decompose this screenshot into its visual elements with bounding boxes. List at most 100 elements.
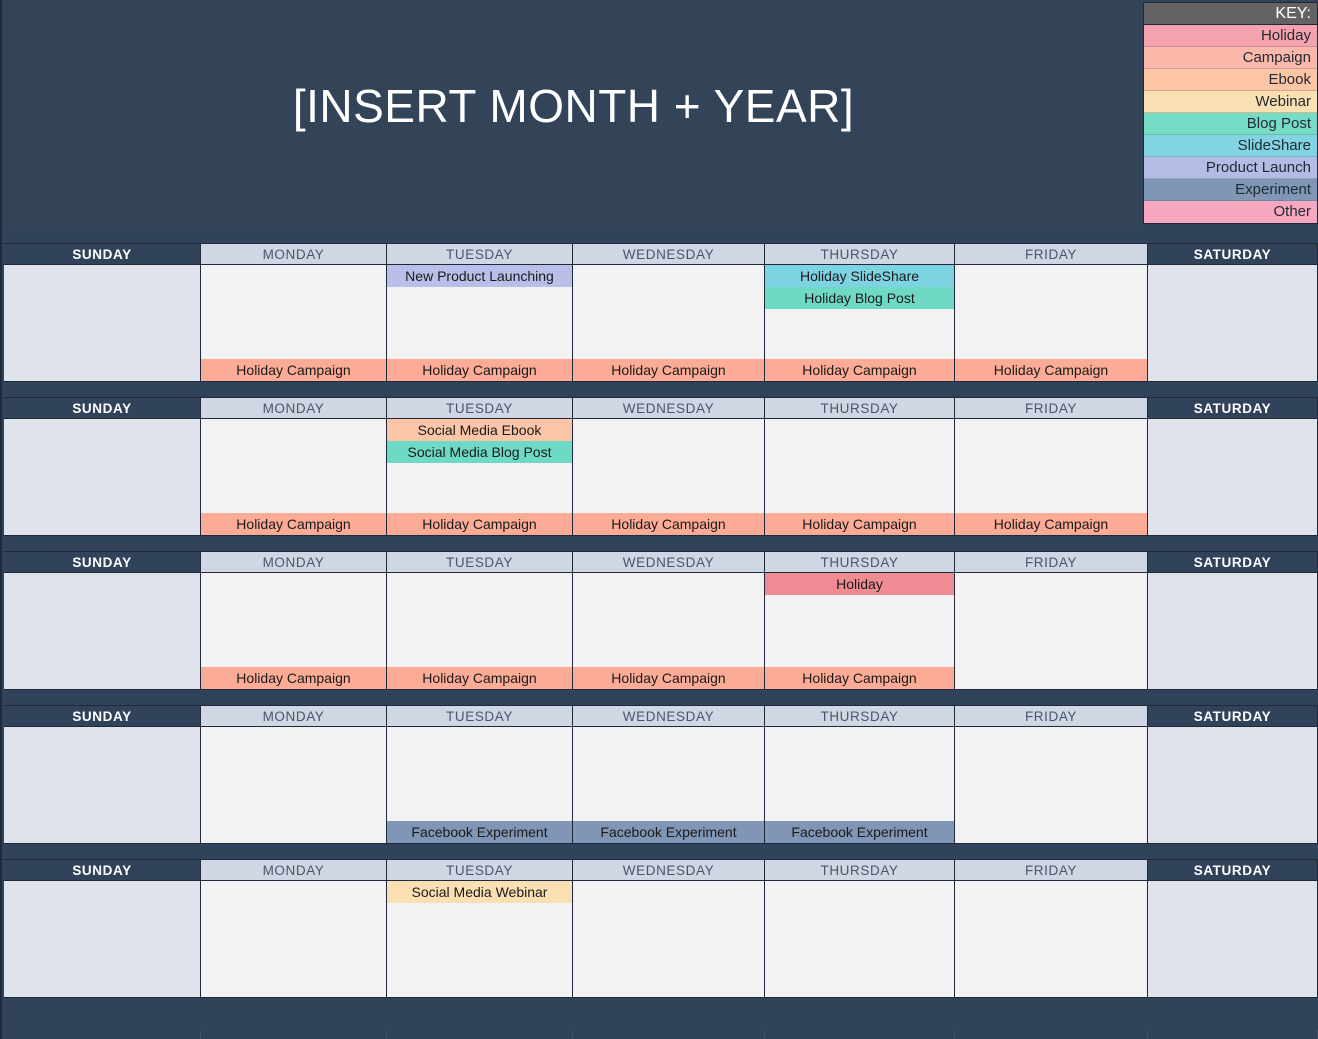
event-campaign[interactable]: Holiday Campaign <box>201 359 386 381</box>
day-cell-free-space[interactable] <box>955 727 1147 843</box>
day-cell-free-space[interactable] <box>765 419 954 513</box>
day-cell-free-space[interactable] <box>1148 881 1317 997</box>
day-cell-free-space[interactable] <box>201 265 386 359</box>
day-header-thursday: THURSDAY <box>765 859 955 881</box>
day-cell-tuesday[interactable]: Holiday Campaign <box>387 573 573 690</box>
day-cell-free-space[interactable] <box>1148 419 1317 535</box>
day-cell-saturday[interactable] <box>1148 265 1318 382</box>
day-cell-wednesday[interactable] <box>573 881 765 998</box>
event-experiment[interactable]: Facebook Experiment <box>765 821 954 843</box>
day-cell-free-space[interactable] <box>4 881 200 997</box>
day-cell-free-space[interactable] <box>573 573 764 667</box>
legend-item-webinar: Webinar <box>1144 91 1317 113</box>
day-cell-wednesday[interactable]: Facebook Experiment <box>573 727 765 844</box>
event-campaign[interactable]: Holiday Campaign <box>765 667 954 689</box>
day-cell-free-space[interactable] <box>573 727 764 821</box>
event-blog_post[interactable]: Holiday Blog Post <box>765 287 954 309</box>
event-slideshare[interactable]: Holiday SlideShare <box>765 265 954 287</box>
event-campaign[interactable]: Holiday Campaign <box>765 359 954 381</box>
day-cell-friday[interactable] <box>955 881 1148 998</box>
day-cell-free-space[interactable] <box>201 419 386 513</box>
day-cell-sunday[interactable] <box>4 419 201 536</box>
day-header-tuesday: TUESDAY <box>387 551 573 573</box>
calendar-sheet: [INSERT MONTH + YEAR] KEY: Holiday Campai… <box>0 0 1318 1039</box>
day-cell-tuesday[interactable]: Facebook Experiment <box>387 727 573 844</box>
day-cell-free-space[interactable] <box>387 463 572 513</box>
day-cell-monday[interactable] <box>201 881 387 998</box>
day-cell-sunday[interactable] <box>4 573 201 690</box>
day-cell-tuesday[interactable]: Social Media Ebook Social Media Blog Post… <box>387 419 573 536</box>
event-campaign[interactable]: Holiday Campaign <box>573 513 764 535</box>
day-cell-monday[interactable] <box>201 727 387 844</box>
day-cell-free-space[interactable] <box>387 573 572 667</box>
event-campaign[interactable]: Holiday Campaign <box>573 667 764 689</box>
day-cell-free-space[interactable] <box>201 573 386 667</box>
day-cell-saturday[interactable] <box>1148 419 1318 536</box>
day-cell-monday[interactable]: Holiday Campaign <box>201 265 387 382</box>
day-cell-free-space[interactable] <box>573 419 764 513</box>
event-holiday[interactable]: Holiday <box>765 573 954 595</box>
day-cell-friday[interactable] <box>955 727 1148 844</box>
day-cell-free-space[interactable] <box>4 573 200 689</box>
day-cell-free-space[interactable] <box>955 265 1147 359</box>
event-webinar[interactable]: Social Media Webinar <box>387 881 572 903</box>
day-cell-free-space[interactable] <box>1148 265 1317 381</box>
day-cell-free-space[interactable] <box>387 727 572 821</box>
day-cell-free-space[interactable] <box>387 903 572 997</box>
event-product_launch[interactable]: New Product Launching <box>387 265 572 287</box>
day-cell-sunday[interactable] <box>4 265 201 382</box>
event-blog_post[interactable]: Social Media Blog Post <box>387 441 572 463</box>
day-cell-free-space[interactable] <box>765 881 954 997</box>
event-campaign[interactable]: Holiday Campaign <box>955 359 1147 381</box>
day-cell-friday[interactable]: Holiday Campaign <box>955 419 1148 536</box>
day-cell-free-space[interactable] <box>387 287 572 359</box>
day-cell-free-space[interactable] <box>765 309 954 359</box>
event-campaign[interactable]: Holiday Campaign <box>387 513 572 535</box>
day-cell-free-space[interactable] <box>765 595 954 667</box>
day-cell-thursday[interactable]: Holiday SlideShare Holiday Blog Post Holid… <box>765 265 955 382</box>
day-cell-free-space[interactable] <box>765 727 954 821</box>
day-cell-wednesday[interactable]: Holiday Campaign <box>573 573 765 690</box>
day-header-monday: MONDAY <box>201 859 387 881</box>
day-cell-free-space[interactable] <box>1148 727 1317 843</box>
day-cell-saturday[interactable] <box>1148 881 1318 998</box>
event-campaign[interactable]: Holiday Campaign <box>573 359 764 381</box>
event-campaign[interactable]: Holiday Campaign <box>387 359 572 381</box>
event-campaign[interactable]: Holiday Campaign <box>387 667 572 689</box>
day-cell-monday[interactable]: Holiday Campaign <box>201 573 387 690</box>
day-cell-wednesday[interactable]: Holiday Campaign <box>573 265 765 382</box>
day-cell-thursday[interactable] <box>765 881 955 998</box>
day-cell-tuesday[interactable]: Social Media Webinar <box>387 881 573 998</box>
event-campaign[interactable]: Holiday Campaign <box>201 513 386 535</box>
day-cell-free-space[interactable] <box>573 265 764 359</box>
day-cell-friday[interactable] <box>955 573 1148 690</box>
event-experiment[interactable]: Facebook Experiment <box>573 821 764 843</box>
day-cell-free-space[interactable] <box>201 881 386 997</box>
day-cell-free-space[interactable] <box>955 881 1147 997</box>
day-cell-wednesday[interactable]: Holiday Campaign <box>573 419 765 536</box>
day-cell-free-space[interactable] <box>4 419 200 535</box>
day-cell-thursday[interactable]: Holiday Campaign <box>765 419 955 536</box>
day-cell-friday[interactable]: Holiday Campaign <box>955 265 1148 382</box>
day-cell-free-space[interactable] <box>4 265 200 381</box>
day-cell-free-space[interactable] <box>955 573 1147 689</box>
day-cell-sunday[interactable] <box>4 727 201 844</box>
event-campaign[interactable]: Holiday Campaign <box>201 667 386 689</box>
event-ebook[interactable]: Social Media Ebook <box>387 419 572 441</box>
event-experiment[interactable]: Facebook Experiment <box>387 821 572 843</box>
day-cell-monday[interactable]: Holiday Campaign <box>201 419 387 536</box>
day-cell-free-space[interactable] <box>1148 573 1317 689</box>
day-header-wednesday: WEDNESDAY <box>573 705 765 727</box>
day-cell-free-space[interactable] <box>955 419 1147 513</box>
event-campaign[interactable]: Holiday Campaign <box>955 513 1147 535</box>
day-cell-thursday[interactable]: Facebook Experiment <box>765 727 955 844</box>
day-cell-saturday[interactable] <box>1148 727 1318 844</box>
day-cell-free-space[interactable] <box>201 727 386 843</box>
day-cell-tuesday[interactable]: New Product Launching Holiday Campaign <box>387 265 573 382</box>
day-cell-free-space[interactable] <box>573 881 764 997</box>
day-cell-free-space[interactable] <box>4 727 200 843</box>
day-cell-saturday[interactable] <box>1148 573 1318 690</box>
day-cell-sunday[interactable] <box>4 881 201 998</box>
event-campaign[interactable]: Holiday Campaign <box>765 513 954 535</box>
day-cell-thursday[interactable]: Holiday Holiday Campaign <box>765 573 955 690</box>
